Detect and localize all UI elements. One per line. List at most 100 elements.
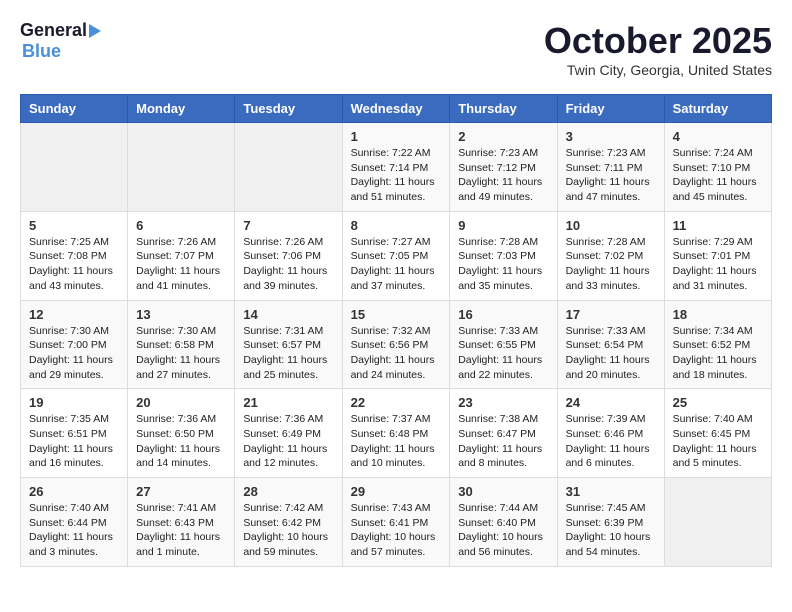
weekday-header: Thursday <box>450 95 557 123</box>
calendar-cell: 22Sunrise: 7:37 AMSunset: 6:48 PMDayligh… <box>342 389 450 478</box>
calendar-cell: 4Sunrise: 7:24 AMSunset: 7:10 PMDaylight… <box>664 123 771 212</box>
day-info: Sunrise: 7:29 AMSunset: 7:01 PMDaylight:… <box>673 235 763 294</box>
day-number: 7 <box>243 218 333 233</box>
weekday-header: Wednesday <box>342 95 450 123</box>
weekday-header: Monday <box>128 95 235 123</box>
logo: General Blue <box>20 20 101 62</box>
logo-text-blue: Blue <box>22 41 61 62</box>
day-info: Sunrise: 7:45 AMSunset: 6:39 PMDaylight:… <box>566 501 656 560</box>
day-number: 18 <box>673 307 763 322</box>
day-number: 1 <box>351 129 442 144</box>
day-number: 3 <box>566 129 656 144</box>
day-info: Sunrise: 7:36 AMSunset: 6:49 PMDaylight:… <box>243 412 333 471</box>
day-info: Sunrise: 7:27 AMSunset: 7:05 PMDaylight:… <box>351 235 442 294</box>
calendar-cell: 18 Sunrise: 7:34 AMSunset: 6:52 PMDayligh… <box>664 300 771 389</box>
day-info: Sunrise: 7:24 AMSunset: 7:10 PMDaylight:… <box>673 146 763 205</box>
day-info: Sunrise: 7:23 AMSunset: 7:11 PMDaylight:… <box>566 146 656 205</box>
day-info: Sunrise: 7:34 AMSunset: 6:52 PMDaylight:… <box>673 324 763 383</box>
weekday-header: Sunday <box>21 95 128 123</box>
logo-triangle-icon <box>89 24 101 38</box>
calendar-week-row: 1Sunrise: 7:22 AMSunset: 7:14 PMDaylight… <box>21 123 772 212</box>
day-info: Sunrise: 7:43 AMSunset: 6:41 PMDaylight:… <box>351 501 442 560</box>
day-number: 10 <box>566 218 656 233</box>
calendar-cell <box>128 123 235 212</box>
day-number: 5 <box>29 218 119 233</box>
day-info: Sunrise: 7:26 AMSunset: 7:07 PMDaylight:… <box>136 235 226 294</box>
calendar-cell: 9 Sunrise: 7:28 AMSunset: 7:03 PMDaylight… <box>450 211 557 300</box>
day-number: 25 <box>673 395 763 410</box>
day-number: 29 <box>351 484 442 499</box>
calendar-cell: 15 Sunrise: 7:32 AMSunset: 6:56 PMDayligh… <box>342 300 450 389</box>
day-info: Sunrise: 7:44 AMSunset: 6:40 PMDaylight:… <box>458 501 548 560</box>
calendar-cell: 14 Sunrise: 7:31 AMSunset: 6:57 PMDayligh… <box>235 300 342 389</box>
day-number: 11 <box>673 218 763 233</box>
day-info: Sunrise: 7:40 AMSunset: 6:45 PMDaylight:… <box>673 412 763 471</box>
day-number: 19 <box>29 395 119 410</box>
calendar-week-row: 26Sunrise: 7:40 AMSunset: 6:44 PMDayligh… <box>21 478 772 567</box>
day-number: 14 <box>243 307 333 322</box>
day-number: 12 <box>29 307 119 322</box>
day-number: 6 <box>136 218 226 233</box>
calendar-cell: 5 Sunrise: 7:25 AMSunset: 7:08 PMDaylight… <box>21 211 128 300</box>
calendar-cell: 31Sunrise: 7:45 AMSunset: 6:39 PMDayligh… <box>557 478 664 567</box>
calendar-cell: 27 Sunrise: 7:41 AMSunset: 6:43 PMDayligh… <box>128 478 235 567</box>
calendar-cell: 13 Sunrise: 7:30 AMSunset: 6:58 PMDayligh… <box>128 300 235 389</box>
calendar-cell <box>664 478 771 567</box>
calendar-cell: 21Sunrise: 7:36 AMSunset: 6:49 PMDayligh… <box>235 389 342 478</box>
day-info: Sunrise: 7:35 AMSunset: 6:51 PMDaylight:… <box>29 412 119 471</box>
day-info: Sunrise: 7:33 AMSunset: 6:54 PMDaylight:… <box>566 324 656 383</box>
day-number: 26 <box>29 484 119 499</box>
title-block: October 2025 Twin City, Georgia, United … <box>544 20 772 78</box>
day-info: Sunrise: 7:33 AMSunset: 6:55 PMDaylight:… <box>458 324 548 383</box>
day-number: 13 <box>136 307 226 322</box>
calendar-cell: 2 Sunrise: 7:23 AMSunset: 7:12 PMDaylight… <box>450 123 557 212</box>
calendar-cell: 30 Sunrise: 7:44 AMSunset: 6:40 PMDayligh… <box>450 478 557 567</box>
calendar-cell: 26Sunrise: 7:40 AMSunset: 6:44 PMDayligh… <box>21 478 128 567</box>
month-title: October 2025 <box>544 20 772 62</box>
calendar-header-row: SundayMondayTuesdayWednesdayThursdayFrid… <box>21 95 772 123</box>
day-info: Sunrise: 7:31 AMSunset: 6:57 PMDaylight:… <box>243 324 333 383</box>
calendar-cell: 10Sunrise: 7:28 AMSunset: 7:02 PMDayligh… <box>557 211 664 300</box>
calendar-cell <box>21 123 128 212</box>
day-number: 24 <box>566 395 656 410</box>
day-number: 30 <box>458 484 548 499</box>
day-number: 9 <box>458 218 548 233</box>
day-info: Sunrise: 7:36 AMSunset: 6:50 PMDaylight:… <box>136 412 226 471</box>
day-number: 20 <box>136 395 226 410</box>
day-number: 23 <box>458 395 548 410</box>
calendar-cell: 19 Sunrise: 7:35 AMSunset: 6:51 PMDayligh… <box>21 389 128 478</box>
day-info: Sunrise: 7:42 AMSunset: 6:42 PMDaylight:… <box>243 501 333 560</box>
weekday-header: Saturday <box>664 95 771 123</box>
calendar-cell: 25 Sunrise: 7:40 AMSunset: 6:45 PMDayligh… <box>664 389 771 478</box>
calendar-cell: 11 Sunrise: 7:29 AMSunset: 7:01 PMDayligh… <box>664 211 771 300</box>
day-info: Sunrise: 7:25 AMSunset: 7:08 PMDaylight:… <box>29 235 119 294</box>
calendar-cell: 24Sunrise: 7:39 AMSunset: 6:46 PMDayligh… <box>557 389 664 478</box>
calendar-cell <box>235 123 342 212</box>
location: Twin City, Georgia, United States <box>544 62 772 78</box>
weekday-header: Friday <box>557 95 664 123</box>
calendar-table: SundayMondayTuesdayWednesdayThursdayFrid… <box>20 94 772 567</box>
day-number: 27 <box>136 484 226 499</box>
day-number: 17 <box>566 307 656 322</box>
calendar-cell: 20 Sunrise: 7:36 AMSunset: 6:50 PMDayligh… <box>128 389 235 478</box>
page-header: General Blue October 2025 Twin City, Geo… <box>20 20 772 78</box>
day-info: Sunrise: 7:37 AMSunset: 6:48 PMDaylight:… <box>351 412 442 471</box>
day-number: 15 <box>351 307 442 322</box>
calendar-week-row: 5 Sunrise: 7:25 AMSunset: 7:08 PMDaylight… <box>21 211 772 300</box>
calendar-week-row: 19 Sunrise: 7:35 AMSunset: 6:51 PMDayligh… <box>21 389 772 478</box>
day-info: Sunrise: 7:38 AMSunset: 6:47 PMDaylight:… <box>458 412 548 471</box>
day-number: 2 <box>458 129 548 144</box>
day-info: Sunrise: 7:26 AMSunset: 7:06 PMDaylight:… <box>243 235 333 294</box>
day-info: Sunrise: 7:30 AMSunset: 6:58 PMDaylight:… <box>136 324 226 383</box>
calendar-cell: 23 Sunrise: 7:38 AMSunset: 6:47 PMDayligh… <box>450 389 557 478</box>
day-info: Sunrise: 7:28 AMSunset: 7:03 PMDaylight:… <box>458 235 548 294</box>
calendar-cell: 1Sunrise: 7:22 AMSunset: 7:14 PMDaylight… <box>342 123 450 212</box>
day-info: Sunrise: 7:32 AMSunset: 6:56 PMDaylight:… <box>351 324 442 383</box>
day-number: 28 <box>243 484 333 499</box>
calendar-cell: 17 Sunrise: 7:33 AMSunset: 6:54 PMDayligh… <box>557 300 664 389</box>
calendar-cell: 12Sunrise: 7:30 AMSunset: 7:00 PMDayligh… <box>21 300 128 389</box>
logo-text-general: General <box>20 20 87 41</box>
day-info: Sunrise: 7:41 AMSunset: 6:43 PMDaylight:… <box>136 501 226 560</box>
calendar-cell: 8Sunrise: 7:27 AMSunset: 7:05 PMDaylight… <box>342 211 450 300</box>
day-info: Sunrise: 7:23 AMSunset: 7:12 PMDaylight:… <box>458 146 548 205</box>
